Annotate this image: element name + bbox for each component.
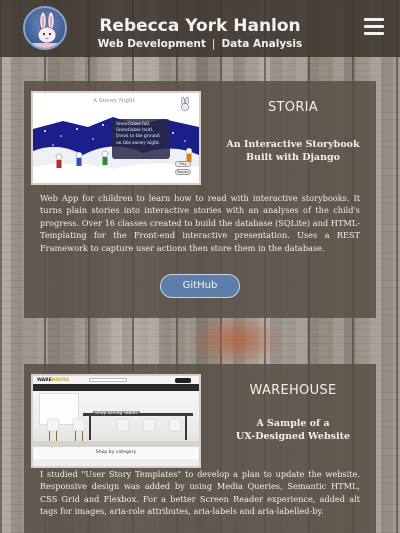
project-title: STORIA xyxy=(268,100,318,115)
warehouse-cart-icon xyxy=(175,377,191,383)
storia-screenshot[interactable]: A Snowy Night Snowflakes fall. Snowflake… xyxy=(31,91,201,185)
project-description: Web App for children to learn how to rea… xyxy=(40,193,360,253)
project-subtitle-line: Built with Django xyxy=(246,152,340,163)
storia-story-title: A Snowy Night xyxy=(93,98,135,104)
github-button[interactable]: GitHub xyxy=(160,274,240,298)
subtitle-separator: | xyxy=(211,38,216,50)
bunny-logo[interactable] xyxy=(23,6,67,50)
wall-rust-patch xyxy=(188,315,283,365)
project-title: WAREHOUSE xyxy=(249,383,337,398)
subtitle-web-development: Web Development xyxy=(97,38,206,50)
project-description: I studied "User Story Templates" to deve… xyxy=(40,469,360,517)
warehouse-search-field xyxy=(89,378,127,382)
menu-bar xyxy=(364,18,384,21)
site-title: Rebecca York Hanlon xyxy=(99,16,301,36)
project-subtitle: A Sample of a UX-Designed Website xyxy=(210,417,376,443)
storia-bunny-icon xyxy=(180,96,190,111)
warehouse-topbar: WAREHOUSE xyxy=(33,376,199,384)
project-subtitle: An Interactive Storybook Built with Djan… xyxy=(210,138,376,164)
warehouse-nav xyxy=(33,384,199,399)
story-text-bubble: Snowflakes fall. Snowflakes twirl. Down … xyxy=(112,119,170,159)
storia-controls: Play Replay xyxy=(175,161,191,177)
site-subtitle: Web Development | Data Analysis xyxy=(80,38,320,50)
project-card-warehouse: WAREHOUSE Shop Dining Tables Shop by cat… xyxy=(24,364,376,533)
project-subtitle-line: An Interactive Storybook xyxy=(226,139,360,150)
story-line: on this snowy night. xyxy=(116,140,160,146)
warehouse-category-strip xyxy=(33,459,199,466)
warehouse-screenshot[interactable]: WAREHOUSE Shop Dining Tables Shop by cat… xyxy=(31,374,201,468)
project-subtitle-line: UX-Designed Website xyxy=(235,431,350,442)
warehouse-logo-right: HOUSE xyxy=(51,377,70,383)
warehouse-shop-by-category: Shop by category xyxy=(33,447,199,459)
story-line: Down to the ground xyxy=(116,134,160,140)
storia-play-button: Play xyxy=(175,161,191,167)
menu-bar xyxy=(364,32,384,35)
dining-room-illustration xyxy=(33,413,199,447)
warehouse-hero-label: Shop Dining Tables xyxy=(93,411,140,416)
site-header: Rebecca York Hanlon Web Development | Data… xyxy=(0,0,400,57)
project-subtitle-line: A Sample of a xyxy=(256,418,330,429)
bunny-icon xyxy=(29,11,65,48)
storia-replay-button: Replay xyxy=(175,169,191,175)
subtitle-data-analysis: Data Analysis xyxy=(221,38,303,50)
project-card-storia: A Snowy Night Snowflakes fall. Snowflake… xyxy=(24,81,376,318)
hamburger-menu-icon[interactable] xyxy=(364,18,384,35)
warehouse-logo-left: WARE xyxy=(37,377,52,383)
menu-bar xyxy=(364,25,384,28)
warehouse-logo: WAREHOUSE xyxy=(37,378,69,383)
warehouse-hero: Shop Dining Tables xyxy=(33,391,199,447)
